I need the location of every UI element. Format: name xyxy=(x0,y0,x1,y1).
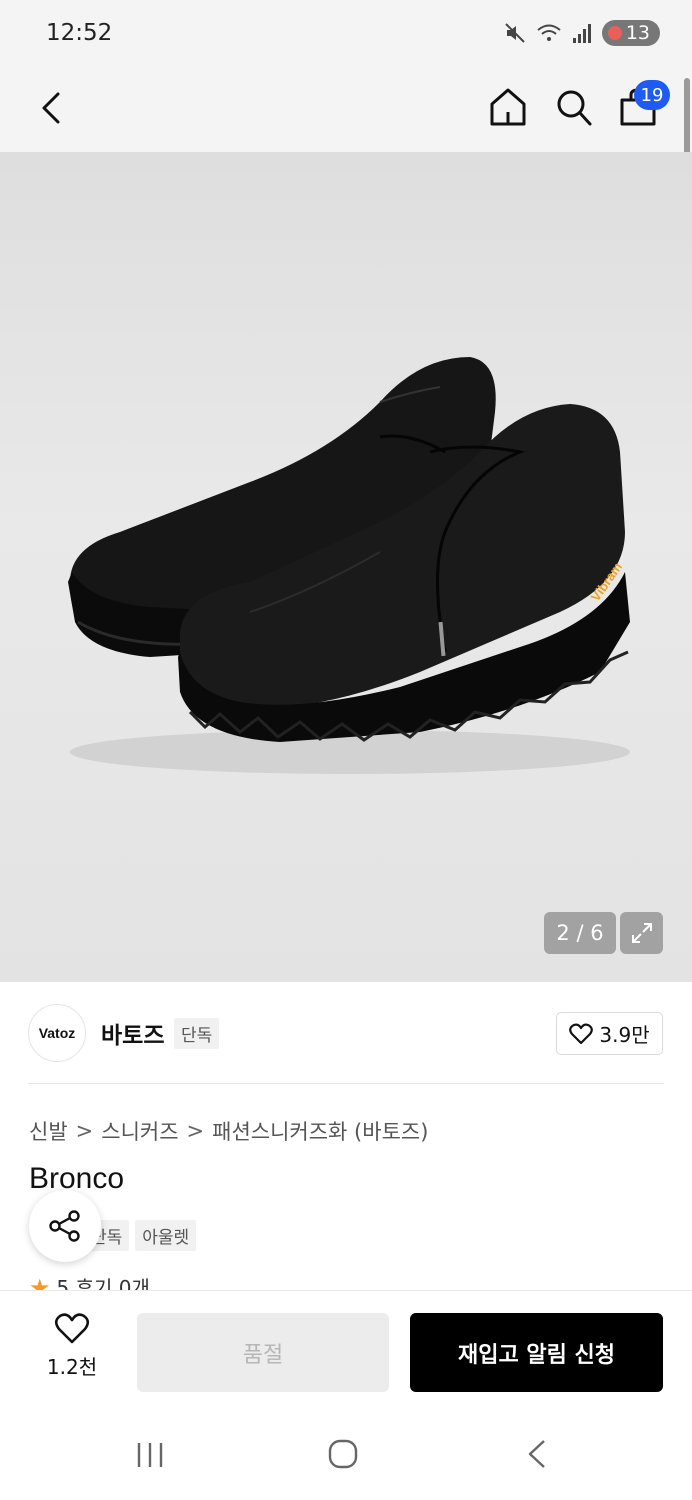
soldout-button[interactable]: 품절 xyxy=(137,1313,389,1392)
product-image[interactable]: Vibram xyxy=(0,152,692,982)
brand-name[interactable]: 바토즈 xyxy=(101,1016,164,1050)
app-header xyxy=(0,70,692,152)
system-nav-bar xyxy=(0,1410,692,1500)
breadcrumb-item[interactable]: 스니커즈 xyxy=(101,1116,178,1146)
back-chevron-icon[interactable] xyxy=(524,1438,550,1470)
product-tag: 아울렛 xyxy=(135,1220,197,1251)
mute-icon xyxy=(505,23,525,43)
status-time: 12:52 xyxy=(46,20,113,46)
chevron-right-icon: > xyxy=(75,1119,94,1143)
back-icon[interactable] xyxy=(36,88,68,128)
brand-logo[interactable]: Vatoz xyxy=(28,1004,86,1062)
brand-row: Vatoz 바토즈 단독 3.9만 xyxy=(0,982,692,1084)
share-icon xyxy=(49,1210,80,1242)
restock-alert-button[interactable]: 재입고 알림 신청 xyxy=(410,1313,663,1392)
share-button[interactable] xyxy=(29,1190,101,1262)
brand-exclusive-tag: 단독 xyxy=(174,1018,220,1049)
expand-icon xyxy=(631,923,652,943)
wishlist-button[interactable]: 1.2천 xyxy=(40,1313,104,1385)
divider xyxy=(28,1083,664,1084)
status-bar: 12:52 13 xyxy=(0,0,692,70)
heart-icon xyxy=(54,1313,90,1344)
breadcrumb-item[interactable]: 패션스니커즈화 (바토즈) xyxy=(212,1116,428,1146)
wifi-icon xyxy=(537,24,561,41)
expand-button[interactable] xyxy=(620,912,663,954)
product-title: Bronco xyxy=(29,1162,125,1195)
signal-icon xyxy=(572,24,591,43)
product-photo-shoes: Vibram xyxy=(68,357,630,774)
brand-like-count: 3.9만 xyxy=(599,1023,650,1047)
heart-icon xyxy=(569,1023,594,1044)
battery-icon: 13 xyxy=(601,20,660,46)
home-icon[interactable] xyxy=(488,86,528,128)
chevron-right-icon: > xyxy=(186,1119,205,1143)
wishlist-count: 1.2천 xyxy=(46,1355,98,1379)
search-icon[interactable] xyxy=(554,86,594,128)
breadcrumb: 신발 > 스니커즈 > 패션스니커즈화 (바토즈) xyxy=(29,1116,428,1146)
breadcrumb-item[interactable]: 신발 xyxy=(29,1116,68,1146)
battery-level: 13 xyxy=(625,22,650,44)
image-counter: 2 / 6 xyxy=(544,912,616,954)
status-icons: 13 xyxy=(504,20,660,46)
cart-count-badge: 19 xyxy=(634,80,670,110)
brand-like-button[interactable]: 3.9만 xyxy=(556,1012,663,1055)
home-circle-icon[interactable] xyxy=(327,1438,359,1470)
recent-apps-icon[interactable] xyxy=(134,1440,166,1470)
bottom-action-bar: 1.2천 품절 재입고 알림 신청 xyxy=(0,1290,692,1410)
battery-level-dot xyxy=(607,26,622,40)
